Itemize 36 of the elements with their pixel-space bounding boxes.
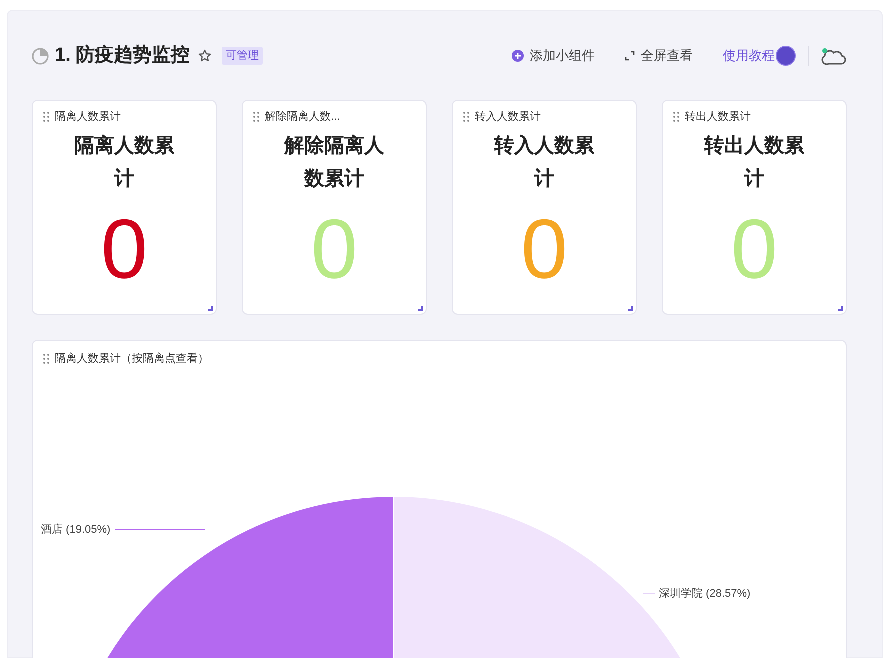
drag-handle-icon[interactable]	[253, 112, 260, 122]
card-heading: 解除隔离人数累计	[283, 134, 386, 192]
card-title: 转入人数累计	[475, 110, 541, 125]
fullscreen-button[interactable]: 全屏查看	[625, 46, 693, 66]
card-title: 转出人数累计	[685, 110, 751, 125]
resize-handle-icon[interactable]	[838, 306, 843, 311]
expand-icon	[625, 51, 635, 61]
tutorial-link[interactable]: 使用教程	[723, 46, 775, 66]
card-heading: 转入人数累计	[493, 134, 596, 192]
add-widget-button[interactable]: 添加小组件	[512, 46, 595, 66]
resize-handle-icon[interactable]	[628, 306, 633, 311]
permission-badge: 可管理	[222, 46, 264, 66]
drag-handle-icon[interactable]	[43, 354, 50, 364]
card-title: 解除隔离人数...	[265, 110, 340, 125]
drag-handle-icon[interactable]	[463, 112, 470, 122]
resize-handle-icon[interactable]	[418, 306, 423, 311]
leader-line	[643, 593, 655, 594]
card-title: 隔离人数累计	[55, 110, 121, 125]
drag-handle-icon[interactable]	[673, 112, 680, 122]
star-icon[interactable]	[198, 49, 212, 63]
cloud-icon[interactable]	[821, 47, 847, 65]
drag-handle-icon[interactable]	[43, 112, 50, 122]
slice-label: 酒店 (19.05%)	[41, 522, 111, 538]
dashboard-title: 1. 防疫趋势监控	[55, 44, 190, 68]
stat-value: 0	[311, 204, 358, 294]
chart-title: 隔离人数累计（按隔离点查看）	[55, 352, 209, 367]
stat-value: 0	[731, 204, 778, 294]
stat-value: 0	[101, 204, 148, 294]
card-heading: 隔离人数累计	[74, 134, 176, 192]
stat-value: 0	[521, 204, 568, 294]
pie-icon	[32, 48, 49, 64]
avatar-icon[interactable]	[776, 46, 796, 66]
slice-label: 深圳学院 (28.57%)	[659, 586, 751, 602]
card-heading: 转出人数累计	[703, 134, 806, 192]
resize-handle-icon[interactable]	[208, 306, 213, 311]
plus-circle-icon	[512, 50, 524, 62]
